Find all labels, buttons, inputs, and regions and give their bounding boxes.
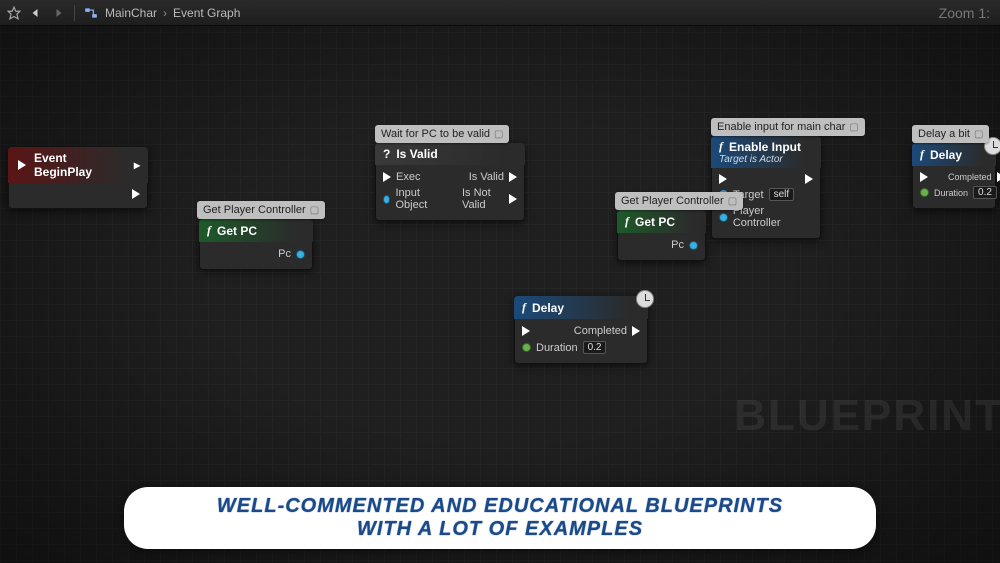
bubble-icon: ▢	[494, 129, 503, 140]
pin-label: Input Object	[395, 187, 441, 211]
function-icon: f	[522, 300, 526, 315]
graph-canvas[interactable]	[0, 0, 1000, 563]
event-icon	[16, 159, 28, 171]
pin-label: Duration	[934, 188, 968, 198]
comment-text: Wait for PC to be valid	[381, 128, 490, 140]
pin-label: Pc	[278, 248, 291, 260]
graph-icon[interactable]	[83, 5, 99, 21]
clock-icon	[636, 290, 654, 308]
breadcrumb-root[interactable]: MainChar	[105, 6, 157, 20]
chevron-right-icon: ›	[163, 6, 167, 20]
zoom-label: Zoom 1:	[939, 5, 994, 21]
pin-label: Player Controller	[733, 205, 813, 229]
comment-bubble[interactable]: Get Player Controller ▢	[197, 201, 325, 219]
duration-pin[interactable]: Duration 0.2	[522, 341, 606, 354]
comment-bubble[interactable]: Delay a bit ▢	[912, 125, 989, 143]
comment-text: Get Player Controller	[203, 204, 306, 216]
node-enable-input[interactable]: f Enable Input Target is Actor Target se…	[711, 136, 821, 239]
function-icon: f	[719, 139, 723, 154]
function-icon: f	[920, 147, 924, 162]
comment-bubble[interactable]: Enable input for main char ▢	[711, 118, 865, 136]
input-object-pin[interactable]: Input Object	[383, 187, 442, 211]
node-delay-loop[interactable]: f Delay Completed Duration 0.2	[514, 296, 648, 364]
bubble-icon: ▢	[974, 129, 983, 140]
node-get-pc-1[interactable]: f Get PC Pc	[199, 219, 313, 270]
node-title: Is Valid	[396, 147, 437, 161]
favorite-icon[interactable]	[6, 5, 22, 21]
bubble-icon: ▢	[728, 196, 737, 207]
duration-input[interactable]: 0.2	[973, 186, 997, 199]
duration-input[interactable]: 0.2	[583, 341, 607, 354]
back-icon[interactable]	[28, 5, 44, 21]
exec-out-pin[interactable]	[805, 174, 813, 184]
node-subtitle: Target is Actor	[719, 154, 813, 165]
comment-bubble[interactable]: Get Player Controller ▢	[615, 192, 743, 210]
pin-label: Exec	[396, 171, 420, 183]
is-valid-out-pin[interactable]: Is Valid	[469, 171, 517, 183]
breadcrumb-leaf[interactable]: Event Graph	[173, 6, 240, 20]
bubble-icon: ▢	[849, 122, 858, 133]
is-not-valid-out-pin[interactable]: Is Not Valid	[462, 187, 517, 211]
pin-label: Is Valid	[469, 171, 504, 183]
pc-out-pin[interactable]: Pc	[278, 248, 305, 260]
pc-out-pin[interactable]: Pc	[671, 239, 698, 251]
target-self-value: self	[769, 188, 795, 201]
marketing-banner: WELL-COMMENTED AND EDUCATIONAL BLUEPRINT…	[124, 487, 876, 549]
completed-out-pin[interactable]: Completed	[948, 172, 1000, 182]
watermark: BLUEPRINT	[734, 391, 1000, 441]
exec-in-pin[interactable]: Exec	[383, 171, 420, 183]
comment-bubble[interactable]: Wait for PC to be valid ▢	[375, 125, 509, 143]
question-icon: ?	[383, 147, 390, 161]
pin-label: Pc	[671, 239, 684, 251]
bubble-icon: ▢	[310, 205, 319, 216]
node-title: Get PC	[635, 215, 675, 229]
pin-label: Completed	[948, 172, 992, 182]
comment-text: Get Player Controller	[621, 195, 724, 207]
chevron-right-icon: ▸	[134, 158, 140, 172]
node-delay-bit[interactable]: f Delay Completed Duration 0.2	[912, 143, 996, 209]
duration-pin[interactable]: Duration 0.2	[920, 186, 997, 199]
toolbar: MainChar › Event Graph Zoom 1:	[0, 0, 1000, 26]
pin-label: Completed	[574, 325, 627, 337]
forward-icon[interactable]	[50, 5, 66, 21]
exec-out-pin[interactable]	[132, 189, 140, 199]
pin-label: Is Not Valid	[462, 187, 504, 211]
comment-text: Enable input for main char	[717, 121, 845, 133]
function-icon: f	[207, 223, 211, 238]
banner-line1: WELL-COMMENTED AND EDUCATIONAL BLUEPRINT…	[217, 495, 783, 517]
completed-out-pin[interactable]: Completed	[574, 325, 640, 337]
exec-in-pin[interactable]	[920, 172, 928, 182]
pin-label: Duration	[536, 342, 578, 354]
node-title: Enable Input	[729, 140, 801, 154]
node-title: Get PC	[217, 224, 257, 238]
exec-in-pin[interactable]	[522, 325, 530, 337]
node-get-pc-2[interactable]: f Get PC Pc	[617, 210, 706, 261]
exec-in-pin[interactable]	[719, 174, 727, 184]
breadcrumb[interactable]: MainChar › Event Graph	[105, 6, 240, 20]
function-icon: f	[625, 214, 629, 229]
node-is-valid[interactable]: ? Is Valid Exec Is Valid Input Object Is…	[375, 143, 525, 221]
toolbar-separator	[74, 5, 75, 21]
node-title: Event BeginPlay	[34, 151, 128, 179]
node-title: Delay	[930, 148, 962, 162]
banner-line2: WITH A LOT OF EXAMPLES	[357, 518, 643, 540]
node-event-beginplay[interactable]: Event BeginPlay ▸	[8, 147, 148, 209]
node-title: Delay	[532, 301, 564, 315]
comment-text: Delay a bit	[918, 128, 970, 140]
